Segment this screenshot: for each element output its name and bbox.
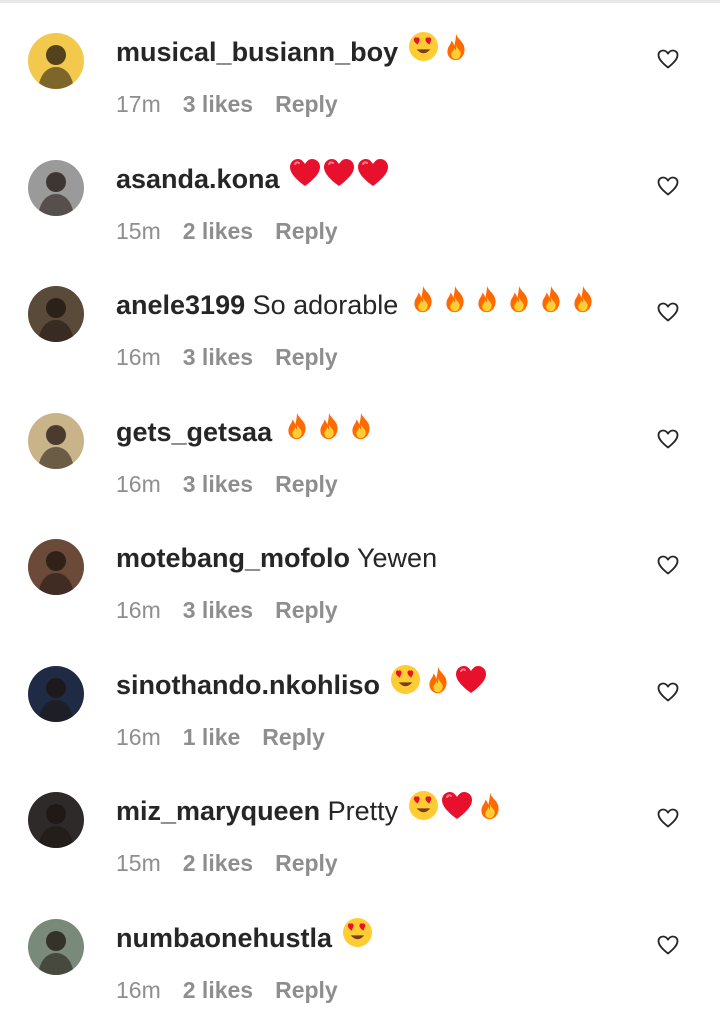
like-heart-icon[interactable]	[656, 680, 680, 704]
like-heart-icon[interactable]	[656, 806, 680, 830]
username-link[interactable]: miz_maryqueen	[116, 796, 320, 826]
comment-body: Pretty	[327, 796, 399, 827]
fire-emoji-icon	[346, 411, 376, 450]
likes-count-link[interactable]: 3 likes	[183, 597, 253, 623]
comment-item: numbaonehustla 16m 2 likes Reply	[0, 886, 720, 1012]
username-link[interactable]: anele3199	[116, 290, 245, 320]
avatar[interactable]	[28, 160, 84, 216]
red-heart-emoji-icon	[455, 665, 487, 704]
fire-emoji-icon	[423, 665, 453, 704]
comment-item: musical_busiann_boy 17m 3 likes Reply	[0, 0, 720, 126]
likes-count-link[interactable]: 3 likes	[183, 471, 253, 497]
reply-button[interactable]: Reply	[275, 218, 338, 244]
fire-emoji-icon	[282, 411, 312, 450]
comment-text: musical_busiann_boy	[116, 31, 471, 74]
reply-button[interactable]: Reply	[275, 977, 338, 1003]
timestamp: 16m	[116, 724, 161, 750]
comment-item: sinothando.nkohliso 16m 1 like Reply	[0, 633, 720, 759]
comment-meta: 15m 2 likes Reply	[116, 849, 338, 877]
heart-eyes-emoji-icon	[390, 664, 421, 704]
like-heart-icon[interactable]	[656, 300, 680, 324]
fire-emoji-icon	[504, 284, 534, 323]
comment-meta: 16m 3 likes Reply	[116, 470, 338, 498]
avatar[interactable]	[28, 666, 84, 722]
likes-count-link[interactable]: 2 likes	[183, 218, 253, 244]
fire-emoji-icon	[472, 284, 502, 323]
fire-emoji-icon	[568, 284, 598, 323]
comment-item: asanda.kona 15m 2 likes Reply	[0, 127, 720, 253]
comment-text: numbaonehustla	[116, 917, 373, 960]
comment-meta: 16m 3 likes Reply	[116, 596, 338, 624]
comment-meta: 17m 3 likes Reply	[116, 90, 338, 118]
likes-count-link[interactable]: 3 likes	[183, 344, 253, 370]
comment-meta: 16m 3 likes Reply	[116, 343, 338, 371]
fire-emoji-icon	[536, 284, 566, 323]
username-link[interactable]: gets_getsaa	[116, 417, 272, 447]
timestamp: 16m	[116, 597, 161, 623]
like-heart-icon[interactable]	[656, 47, 680, 71]
red-heart-emoji-icon	[289, 158, 321, 197]
comment-item: anele3199 So adorable 16m 3 likes Reply	[0, 253, 720, 379]
comment-item: gets_getsaa 16m 3 likes Reply	[0, 380, 720, 506]
avatar[interactable]	[28, 792, 84, 848]
reply-button[interactable]: Reply	[275, 850, 338, 876]
reply-button[interactable]: Reply	[275, 597, 338, 623]
comment-item: miz_maryqueen Pretty 15m 2 likes Reply	[0, 759, 720, 885]
reply-button[interactable]: Reply	[275, 344, 338, 370]
like-heart-icon[interactable]	[656, 174, 680, 198]
username-link[interactable]: musical_busiann_boy	[116, 37, 398, 67]
red-heart-emoji-icon	[323, 158, 355, 197]
reply-button[interactable]: Reply	[262, 724, 325, 750]
comment-meta: 16m 1 like Reply	[116, 723, 325, 751]
comment-meta: 16m 2 likes Reply	[116, 976, 338, 1004]
avatar[interactable]	[28, 33, 84, 89]
username-link[interactable]: motebang_mofolo	[116, 543, 350, 573]
red-heart-emoji-icon	[357, 158, 389, 197]
fire-emoji-icon	[408, 284, 438, 323]
username-link[interactable]: sinothando.nkohliso	[116, 670, 380, 700]
timestamp: 15m	[116, 850, 161, 876]
reply-button[interactable]: Reply	[275, 91, 338, 117]
comment-body: Yewen	[357, 543, 438, 573]
comment-meta: 15m 2 likes Reply	[116, 217, 338, 245]
red-heart-emoji-icon	[441, 791, 473, 830]
username-link[interactable]: asanda.kona	[116, 164, 280, 194]
timestamp: 16m	[116, 977, 161, 1003]
comment-text: gets_getsaa	[116, 411, 376, 453]
avatar[interactable]	[28, 919, 84, 975]
username-link[interactable]: numbaonehustla	[116, 923, 332, 953]
avatar[interactable]	[28, 413, 84, 469]
like-heart-icon[interactable]	[656, 553, 680, 577]
heart-eyes-emoji-icon	[342, 917, 373, 957]
comment-text: sinothando.nkohliso	[116, 664, 487, 707]
heart-eyes-emoji-icon	[408, 31, 439, 71]
comment-item: motebang_mofolo Yewen 16m 3 likes Reply	[0, 506, 720, 632]
timestamp: 16m	[116, 471, 161, 497]
heart-eyes-emoji-icon	[408, 790, 439, 830]
timestamp: 17m	[116, 91, 161, 117]
like-heart-icon[interactable]	[656, 933, 680, 957]
timestamp: 16m	[116, 344, 161, 370]
likes-count-link[interactable]: 2 likes	[183, 977, 253, 1003]
comment-text: miz_maryqueen Pretty	[116, 790, 505, 833]
comment-text: asanda.kona	[116, 158, 389, 200]
fire-emoji-icon	[440, 284, 470, 323]
likes-count-link[interactable]: 3 likes	[183, 91, 253, 117]
fire-emoji-icon	[441, 32, 471, 71]
timestamp: 15m	[116, 218, 161, 244]
likes-count-link[interactable]: 2 likes	[183, 850, 253, 876]
reply-button[interactable]: Reply	[275, 471, 338, 497]
fire-emoji-icon	[475, 791, 505, 830]
avatar[interactable]	[28, 286, 84, 342]
avatar[interactable]	[28, 539, 84, 595]
comment-text: anele3199 So adorable	[116, 284, 598, 326]
likes-count-link[interactable]: 1 like	[183, 724, 241, 750]
like-heart-icon[interactable]	[656, 427, 680, 451]
comment-text: motebang_mofolo Yewen	[116, 540, 437, 576]
comment-body: So adorable	[252, 290, 399, 320]
fire-emoji-icon	[314, 411, 344, 450]
